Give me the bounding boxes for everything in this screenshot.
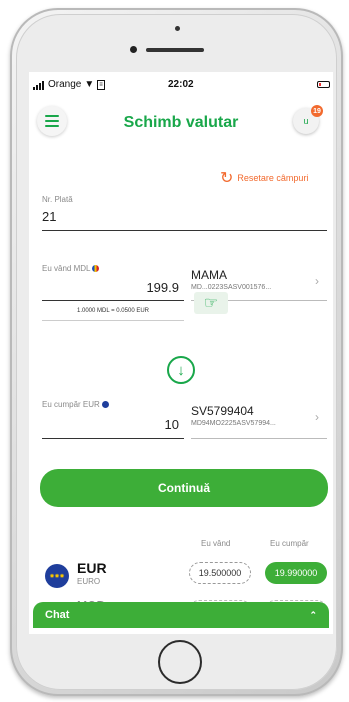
home-button[interactable] <box>158 640 202 684</box>
eur-sell-rate[interactable]: 19.500000 <box>189 562 251 584</box>
swap-arrow-down-icon[interactable]: ↓ <box>167 356 195 384</box>
rates-sell-header: Eu vând <box>201 539 231 548</box>
page-title: Schimb valutar <box>123 114 239 131</box>
rate-currency-code: EUR <box>77 560 107 576</box>
avatar-initial: u <box>303 116 309 126</box>
reset-fields-button[interactable]: ↻ Resetare câmpuri <box>220 168 308 188</box>
vpn-icon: ≡ <box>97 80 105 90</box>
chat-bar[interactable]: Chat ⌃ <box>33 602 329 628</box>
app-screen: Orange ▼ ≡ 22:02 Schimb valutar u 19 ↻ R… <box>29 72 333 634</box>
proximity-sensor <box>175 26 180 31</box>
wifi-icon: ▼ <box>84 79 95 90</box>
sell-label-text: Eu vând MDL <box>42 264 91 273</box>
eur-buy-rate[interactable]: 19.990000 <box>265 562 327 584</box>
exchange-rate-text: 1.0000 MDL = 0.0500 EUR <box>77 308 149 314</box>
rate-underline <box>42 320 184 321</box>
notification-badge: 19 <box>311 105 323 117</box>
buy-currency-label: Eu cumpăr EUR <box>42 400 109 409</box>
rates-buy-header: Eu cumpăr <box>270 539 309 548</box>
chevron-up-icon: ⌃ <box>309 609 317 620</box>
eu-flag-icon <box>101 401 109 408</box>
sell-currency-label: Eu vând MDL <box>42 264 100 273</box>
sell-account-iban: MD...0223SASV001576... <box>191 284 272 291</box>
signal-icon <box>33 81 45 90</box>
buy-amount-underline <box>42 438 184 439</box>
sell-account-name: MAMA <box>191 268 227 282</box>
payment-number-value[interactable]: 21 <box>42 209 56 224</box>
buy-account-iban: MD94MO2225ASV57994... <box>191 420 276 427</box>
buy-label-text: Eu cumpăr EUR <box>42 400 100 409</box>
carrier-name: Orange <box>48 79 82 90</box>
earpiece-speaker <box>146 48 204 52</box>
payment-number-underline <box>42 230 327 231</box>
pointing-hand-icon: ☞ <box>194 292 228 314</box>
buy-account-underline <box>191 438 327 439</box>
rate-currency-name: EURO <box>77 577 101 586</box>
battery-icon <box>317 81 330 88</box>
chevron-right-icon: › <box>315 274 319 288</box>
eu-flag-icon: ✸✸✸ <box>45 564 69 588</box>
buy-account-name: SV5799404 <box>191 404 254 418</box>
refresh-icon: ↻ <box>220 170 234 187</box>
sell-account-selector[interactable]: MAMA MD...0223SASV001576... › <box>191 268 331 291</box>
chevron-right-icon: › <box>315 410 319 424</box>
sell-amount-input[interactable]: 199.9 <box>89 280 179 295</box>
continue-button[interactable]: Continuă <box>40 469 328 507</box>
status-time: 22:02 <box>168 79 194 90</box>
status-bar-left: Orange ▼ ≡ <box>33 79 105 90</box>
sell-amount-underline <box>42 300 184 301</box>
moldova-flag-icon <box>92 265 100 272</box>
reset-fields-label: Resetare câmpuri <box>237 173 309 183</box>
buy-account-selector[interactable]: SV5799404 MD94MO2225ASV57994... › <box>191 404 331 427</box>
buy-amount-input[interactable]: 10 <box>89 417 179 432</box>
chat-label: Chat <box>45 609 70 621</box>
payment-number-label: Nr. Plată <box>42 195 73 204</box>
front-camera <box>130 46 137 53</box>
